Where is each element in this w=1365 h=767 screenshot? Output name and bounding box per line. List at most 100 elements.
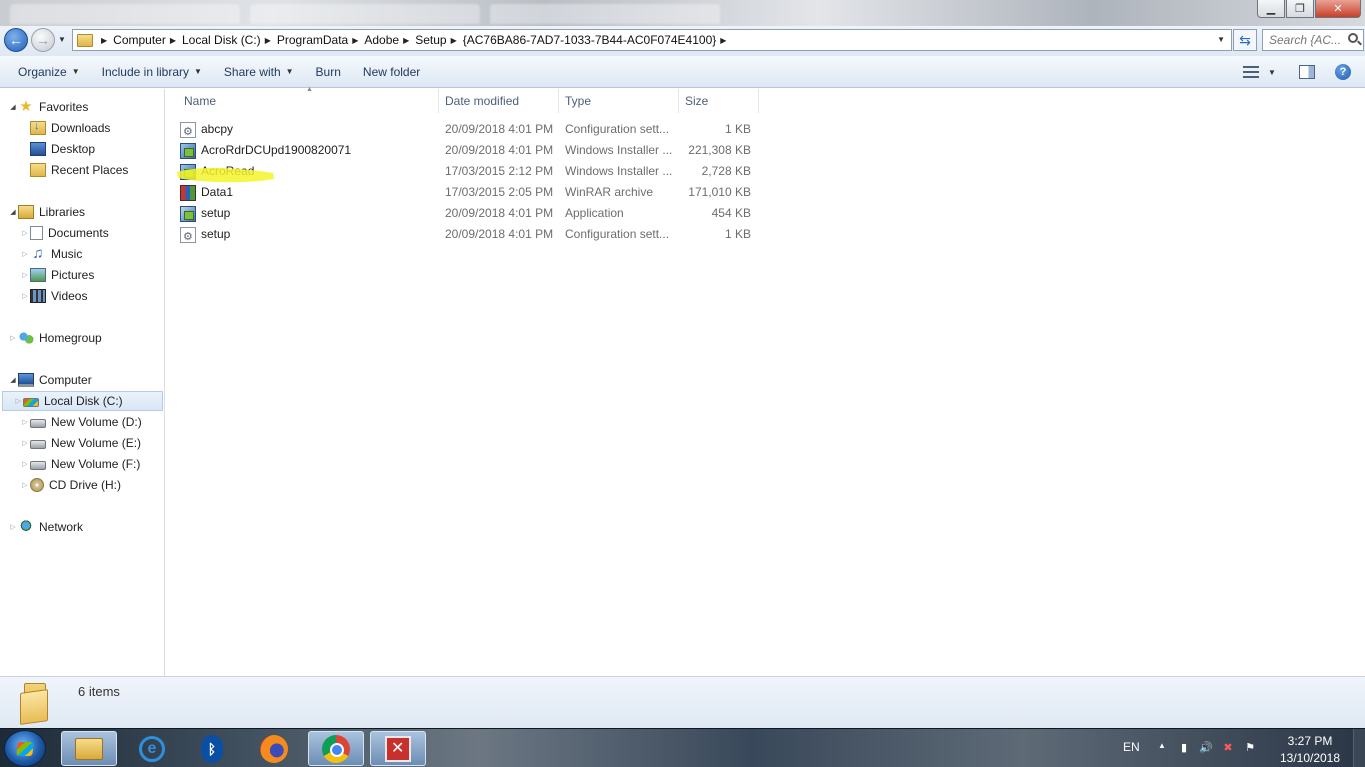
start-button[interactable] <box>4 730 46 767</box>
expand-arrow-icon[interactable]: ▷ <box>20 439 30 447</box>
help-icon[interactable]: ? <box>1335 64 1351 80</box>
recent-pages-dropdown-icon[interactable]: ▼ <box>58 35 66 44</box>
file-row[interactable]: setup 20/09/2018 4:01 PM Application 454… <box>180 203 760 224</box>
address-dropdown-icon[interactable]: ▼ <box>1217 35 1225 44</box>
nav-new-volume-f[interactable]: ▷ New Volume (F:) <box>20 454 140 474</box>
power-icon[interactable]: ▮ <box>1177 742 1191 755</box>
change-view-icon[interactable] <box>1243 66 1259 78</box>
burn-button[interactable]: Burn <box>308 61 349 83</box>
refresh-button[interactable]: ⇆ <box>1233 29 1257 51</box>
clock-time[interactable]: 3:27 PM <box>1280 734 1340 748</box>
nav-favorites-label: Favorites <box>39 100 89 114</box>
nav-libraries[interactable]: ◢ Libraries <box>8 202 85 222</box>
chevron-right-icon[interactable]: ▶ <box>403 36 409 45</box>
preview-pane-icon[interactable] <box>1299 65 1315 79</box>
file-name: AcroRead <box>201 164 255 178</box>
chevron-right-icon[interactable]: ▶ <box>720 36 726 45</box>
expand-arrow-icon[interactable]: ◢ <box>8 376 18 384</box>
organize-button[interactable]: Organize ▼ <box>10 61 88 83</box>
file-row[interactable]: setup 20/09/2018 4:01 PM Configuration s… <box>180 224 760 245</box>
config-file-icon <box>180 121 196 140</box>
address-bar[interactable]: ▶ Computer ▶ Local Disk (C:) ▶ ProgramDa… <box>72 29 1232 51</box>
expand-arrow-icon[interactable]: ▷ <box>20 460 30 468</box>
file-row[interactable]: AcroRdrDCUpd1900820071 20/09/2018 4:01 P… <box>180 140 760 161</box>
column-header-date-modified[interactable]: Date modified <box>439 89 559 113</box>
minimize-button[interactable]: ▁ <box>1257 0 1285 18</box>
nav-favorites[interactable]: ◢ ★ Favorites <box>8 97 88 117</box>
pictures-icon <box>30 268 46 282</box>
breadcrumb-computer[interactable]: Computer <box>113 33 166 47</box>
taskbar-internet-explorer[interactable]: e <box>124 731 180 766</box>
background-tab <box>490 4 720 24</box>
nav-new-volume-e[interactable]: ▷ New Volume (E:) <box>20 433 141 453</box>
action-center-icon[interactable]: ⚑ <box>1243 742 1257 755</box>
expand-arrow-icon[interactable]: ▷ <box>8 523 18 531</box>
column-header-type[interactable]: Type <box>559 89 679 113</box>
expand-arrow-icon[interactable]: ▷ <box>3 397 21 405</box>
nav-new-volume-d[interactable]: ▷ New Volume (D:) <box>20 412 141 432</box>
file-row[interactable]: abcpy 20/09/2018 4:01 PM Configuration s… <box>180 119 760 140</box>
show-desktop-button[interactable] <box>1353 729 1365 767</box>
column-header-size[interactable]: Size <box>679 89 759 113</box>
file-type: Application <box>565 206 624 220</box>
language-indicator[interactable]: EN <box>1123 740 1140 754</box>
forward-button[interactable]: → <box>31 28 55 52</box>
clock-date[interactable]: 13/10/2018 <box>1275 751 1345 765</box>
new-folder-button[interactable]: New folder <box>355 61 428 83</box>
taskbar-chrome[interactable] <box>308 731 364 766</box>
expand-arrow-icon[interactable]: ▷ <box>20 292 30 300</box>
breadcrumb-setup[interactable]: Setup <box>415 33 446 47</box>
nav-desktop[interactable]: Desktop <box>30 139 95 159</box>
nav-homegroup[interactable]: ▷ Homegroup <box>8 328 102 348</box>
taskbar-app[interactable] <box>370 731 426 766</box>
share-with-button[interactable]: Share with ▼ <box>216 61 302 83</box>
file-row[interactable]: AcroRead 17/03/2015 2:12 PM Windows Inst… <box>180 161 760 182</box>
breadcrumb-adobe[interactable]: Adobe <box>364 33 399 47</box>
expand-arrow-icon[interactable]: ▷ <box>20 271 30 279</box>
volume-icon[interactable]: 🔊 <box>1199 742 1213 755</box>
chevron-right-icon[interactable]: ▶ <box>265 36 271 45</box>
expand-arrow-icon[interactable]: ▷ <box>20 229 30 237</box>
firefox-icon <box>260 734 288 763</box>
file-name: Data1 <box>201 185 234 199</box>
close-button[interactable]: ✕ <box>1315 0 1361 18</box>
search-icon[interactable] <box>1348 33 1358 43</box>
expand-arrow-icon[interactable]: ▷ <box>20 250 30 258</box>
nav-cd-drive-h[interactable]: ▷ CD Drive (H:) <box>20 475 121 495</box>
network-status-icon[interactable]: ✖ <box>1221 742 1235 755</box>
expand-arrow-icon[interactable]: ▷ <box>8 334 18 342</box>
chevron-right-icon[interactable]: ▶ <box>451 36 457 45</box>
nav-music[interactable]: ▷ ♫ Music <box>20 244 82 264</box>
view-dropdown-icon[interactable]: ▼ <box>1268 68 1276 77</box>
back-button[interactable]: ← <box>4 28 28 52</box>
taskbar-bluetooth[interactable]: ᛒ <box>184 731 240 766</box>
nav-documents[interactable]: ▷ Documents <box>20 223 109 243</box>
installer-icon <box>180 163 196 180</box>
breadcrumb-local-disk[interactable]: Local Disk (C:) <box>182 33 261 47</box>
breadcrumb-programdata[interactable]: ProgramData <box>277 33 348 47</box>
file-row[interactable]: Data1 17/03/2015 2:05 PM WinRAR archive … <box>180 182 760 203</box>
expand-arrow-icon[interactable]: ▷ <box>20 418 30 426</box>
chevron-right-icon[interactable]: ▶ <box>352 36 358 45</box>
nav-videos[interactable]: ▷ Videos <box>20 286 87 306</box>
nav-downloads[interactable]: Downloads <box>30 118 110 138</box>
include-in-library-button[interactable]: Include in library ▼ <box>94 61 210 83</box>
nav-recent-places[interactable]: Recent Places <box>30 160 128 180</box>
expand-arrow-icon[interactable]: ◢ <box>8 208 18 216</box>
file-type: Windows Installer ... <box>565 143 673 157</box>
expand-arrow-icon[interactable]: ◢ <box>8 103 18 111</box>
taskbar-explorer[interactable] <box>61 731 117 766</box>
taskbar-firefox[interactable] <box>246 731 302 766</box>
maximize-button[interactable]: ❐ <box>1286 0 1314 18</box>
nav-network[interactable]: ▷ Network <box>8 517 83 537</box>
caret-down-icon: ▼ <box>71 67 80 76</box>
file-list: Name ▲ Date modified Type Size abcpy 20/… <box>166 86 1365 676</box>
chevron-right-icon[interactable]: ▶ <box>170 36 176 45</box>
show-hidden-icons-icon[interactable]: ▲ <box>1158 741 1166 750</box>
nav-local-disk-c[interactable]: ▷ Local Disk (C:) <box>2 391 163 411</box>
breadcrumb-guid-folder[interactable]: {AC76BA86-7AD7-1033-7B44-AC0F074E4100} <box>463 33 717 47</box>
nav-computer[interactable]: ◢ Computer <box>8 370 92 390</box>
nav-pictures[interactable]: ▷ Pictures <box>20 265 94 285</box>
chevron-right-icon[interactable]: ▶ <box>101 36 107 45</box>
expand-arrow-icon[interactable]: ▷ <box>20 481 30 489</box>
